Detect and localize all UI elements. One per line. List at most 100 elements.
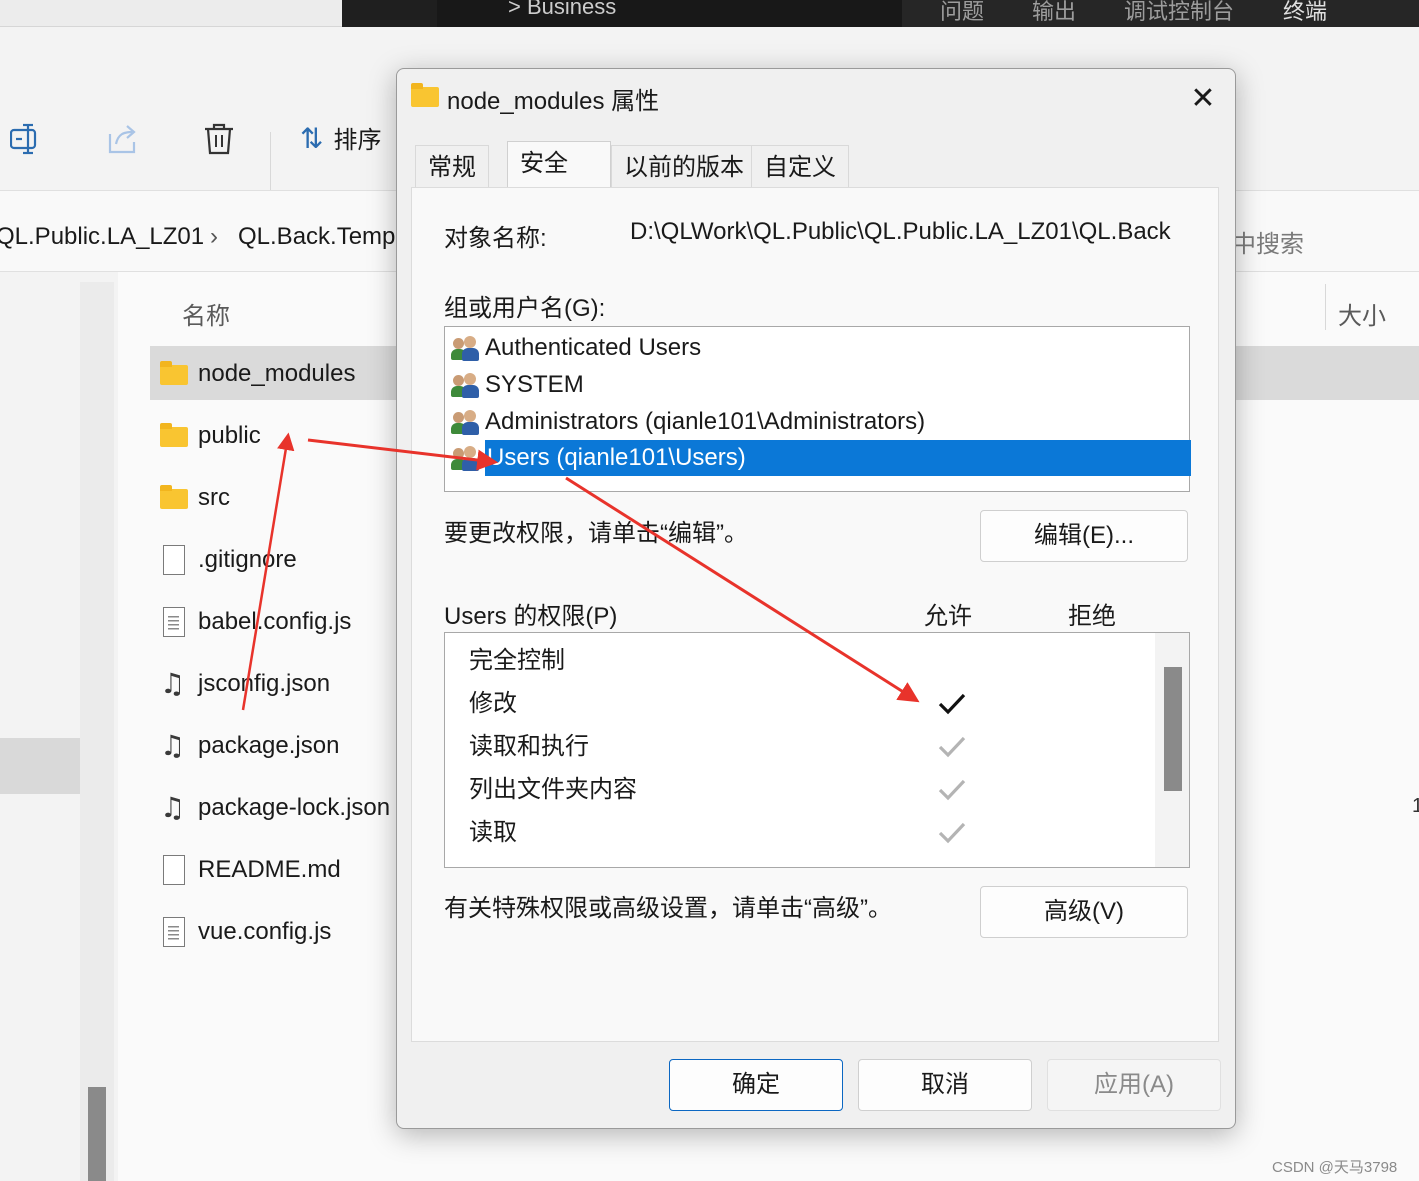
watermark: CSDN @天马3798	[1272, 1159, 1398, 1176]
group-name: Users (qianle101\Users)	[485, 440, 1191, 476]
permission-row: 完全控制	[469, 647, 565, 674]
folder-icon	[411, 83, 439, 107]
file-row[interactable]: vue.config.js	[158, 912, 331, 952]
file-row[interactable]: src	[158, 478, 230, 518]
apply-button[interactable]: 应用(A)	[1047, 1059, 1221, 1111]
edit-button[interactable]: 编辑(E)...	[980, 510, 1188, 562]
advanced-hint: 有关特殊权限或高级设置，请单击“高级”。	[444, 895, 892, 922]
file-name: package.json	[198, 732, 340, 759]
file-row[interactable]: README.md	[158, 850, 341, 890]
file-name: .gitignore	[198, 546, 297, 573]
permission-row: 修改	[469, 690, 517, 717]
breadcrumb-item-la-lz01[interactable]: QL.Public.LA_LZ01	[0, 223, 204, 251]
permission-row: 读取	[469, 819, 517, 846]
breadcrumb-chevron-icon: ›	[210, 223, 218, 250]
object-name-value: D:\QLWork\QL.Public\QL.Public.LA_LZ01\QL…	[630, 218, 1171, 245]
file-name: package-lock.json	[198, 794, 391, 821]
users-group-icon	[451, 444, 479, 472]
tab-customize[interactable]: 自定义	[751, 145, 849, 189]
vscode-breadcrumb[interactable]: > Business	[508, 0, 616, 20]
list-item[interactable]: Administrators (qianle101\Administrators…	[451, 404, 925, 440]
tab-general[interactable]: 常规	[415, 145, 489, 189]
json-file-icon: ♫	[160, 729, 186, 762]
file-name: jsconfig.json	[198, 670, 331, 697]
properties-dialog: node_modules 属性 ✕ 常规 安全 以前的版本 自定义 对象名称: …	[396, 68, 1236, 1129]
groups-label: 组或用户名(G):	[444, 295, 606, 322]
panel-tab-terminal[interactable]: 终端	[1283, 0, 1327, 26]
users-group-icon	[451, 408, 479, 436]
permissions-list: 完全控制 修改 读取和执行 列出文件夹内容 读取	[444, 632, 1190, 868]
share-icon[interactable]	[106, 122, 140, 156]
column-header-size[interactable]: 大小	[1338, 296, 1386, 331]
permissions-scrollbar-thumb[interactable]	[1164, 667, 1182, 791]
text-file-icon	[158, 917, 188, 947]
group-user-list: Authenticated Users SYSTEM Administrator…	[444, 326, 1191, 492]
breadcrumb-item-back-temp[interactable]: QL.Back.Temp	[238, 223, 395, 251]
users-group-icon	[451, 371, 479, 399]
users-group-icon	[451, 334, 479, 362]
column-header-name[interactable]: 名称	[182, 296, 230, 331]
file-row[interactable]: ♫ package.json	[158, 726, 339, 766]
file-name: vue.config.js	[198, 918, 332, 945]
dialog-title: node_modules 属性	[447, 88, 660, 115]
file-name: babel.config.js	[198, 608, 352, 635]
list-item[interactable]: SYSTEM	[451, 367, 584, 403]
allow-check-icon	[938, 693, 966, 715]
file-row[interactable]: node_modules	[158, 354, 355, 394]
nav-scrollbar[interactable]	[80, 282, 114, 1181]
file-name: node_modules	[198, 360, 356, 387]
advanced-button[interactable]: 高级(V)	[980, 886, 1188, 938]
file-row[interactable]: public	[158, 416, 261, 456]
permission-row: 列出文件夹内容	[469, 776, 637, 803]
sort-label: 排序	[333, 127, 382, 154]
delete-icon[interactable]	[202, 122, 236, 156]
vscode-dark-region: > Business 问题 输出 调试控制台 终端	[342, 0, 1419, 27]
panel-tab-debug-console[interactable]: 调试控制台	[1124, 0, 1234, 26]
allow-column-header: 允许	[924, 603, 972, 630]
deny-column-header: 拒绝	[1068, 603, 1116, 630]
search-input[interactable]: 中搜索	[1232, 224, 1304, 259]
json-file-icon: ♫	[160, 667, 186, 700]
nav-scrollbar-thumb[interactable]	[88, 1087, 106, 1181]
group-name: Authenticated Users	[485, 334, 702, 361]
file-row[interactable]: ♫ package-lock.json	[158, 788, 390, 828]
inherited-check-icon	[938, 736, 966, 758]
folder-icon	[158, 359, 188, 389]
file-row[interactable]: ♫ jsconfig.json	[158, 664, 330, 704]
permissions-label: Users 的权限(P)	[444, 603, 618, 630]
tab-previous-versions[interactable]: 以前的版本	[611, 145, 757, 189]
panel-tab-output[interactable]: 输出	[1032, 0, 1076, 26]
text-file-icon	[158, 607, 188, 637]
tab-security[interactable]: 安全	[507, 141, 611, 191]
sort-button[interactable]: ⇅ 排序	[300, 120, 381, 155]
cancel-button[interactable]: 取消	[858, 1059, 1032, 1111]
file-name: public	[198, 422, 261, 449]
file-icon	[158, 545, 188, 575]
vscode-background-strip: > Business 问题 输出 调试控制台 终端	[0, 0, 1419, 27]
sort-icon: ⇅	[300, 123, 324, 154]
file-name: src	[198, 484, 230, 511]
list-item-selected[interactable]: Users (qianle101\Users)	[451, 440, 1191, 476]
file-row[interactable]: .gitignore	[158, 540, 297, 580]
security-panel: 对象名称: D:\QLWork\QL.Public\QL.Public.LA_L…	[411, 187, 1219, 1042]
folder-icon	[158, 421, 188, 451]
folder-icon	[158, 483, 188, 513]
vscode-editor-bar	[437, 0, 902, 27]
inherited-check-icon	[938, 822, 966, 844]
file-row[interactable]: babel.config.js	[158, 602, 351, 642]
inherited-check-icon	[938, 779, 966, 801]
file-icon	[158, 855, 188, 885]
nav-selected-item[interactable]	[0, 738, 80, 794]
panel-tab-problems[interactable]: 问题	[940, 0, 984, 26]
close-icon[interactable]: ✕	[1181, 79, 1225, 119]
column-divider[interactable]	[1325, 284, 1326, 330]
ok-button[interactable]: 确定	[669, 1059, 843, 1111]
group-name: SYSTEM	[485, 371, 584, 398]
rename-icon[interactable]	[10, 122, 44, 156]
json-file-icon: ♫	[160, 791, 186, 824]
list-item[interactable]: Authenticated Users	[451, 330, 701, 366]
permission-row: 读取和执行	[469, 733, 589, 760]
group-name: Administrators (qianle101\Administrators…	[485, 408, 926, 435]
vscode-light-region	[0, 0, 342, 27]
file-name: README.md	[198, 856, 341, 883]
